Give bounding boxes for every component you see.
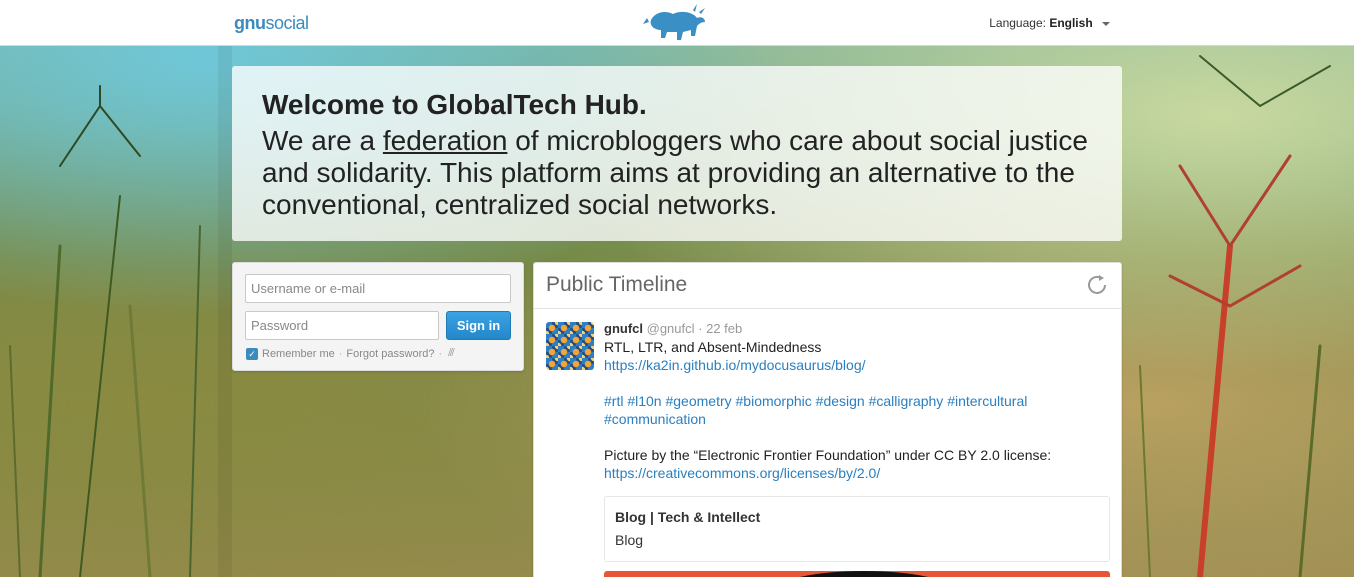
gnusocial-logo[interactable]: gnusocial — [234, 13, 309, 34]
top-bar: gnusocial Language: English — [0, 0, 1354, 46]
left-shade — [218, 46, 232, 577]
separator: · — [438, 347, 443, 360]
separator: · — [698, 321, 703, 336]
notice-header: gnufcl @gnufcl · 22 feb — [604, 320, 1110, 338]
language-label: Language: — [989, 16, 1046, 30]
password-input[interactable] — [245, 311, 439, 340]
welcome-panel: Welcome to GlobalTech Hub. We are a fede… — [232, 66, 1122, 241]
login-form: Sign in ✓ Remember me · Forgot password?… — [232, 262, 524, 371]
welcome-text: We are a federation of microbloggers who… — [262, 125, 1092, 221]
welcome-title: Welcome to GlobalTech Hub. — [262, 89, 647, 120]
hashtags-link[interactable]: #rtl #l10n #geometry #biomorphic #design… — [604, 393, 1027, 409]
logo-social: social — [265, 13, 310, 33]
notice-author[interactable]: gnufcl — [604, 321, 643, 336]
preview-description: Blog — [615, 532, 644, 548]
welcome-text-before: We are a — [262, 125, 383, 156]
attachment-image[interactable] — [604, 571, 1110, 577]
remember-me-label[interactable]: Remember me — [262, 348, 335, 360]
username-input[interactable] — [245, 274, 511, 303]
notice-text: RTL, LTR, and Absent-Mindedness https://… — [604, 338, 1110, 482]
link-preview-card[interactable]: Blog | Tech & Intellect Blog — [604, 496, 1110, 562]
license-url-link[interactable]: https://creativecommons.org/licenses/by/… — [604, 465, 880, 481]
notice-date[interactable]: 22 feb — [706, 321, 742, 336]
notice-heading: RTL, LTR, and Absent-Mindedness — [604, 339, 822, 355]
language-selector[interactable]: Language: English — [989, 16, 1110, 30]
separator: · — [338, 347, 343, 360]
federation-link[interactable]: federation — [383, 125, 508, 156]
sign-in-button[interactable]: Sign in — [446, 311, 511, 340]
notice-body: gnufcl @gnufcl · 22 feb RTL, LTR, and Ab… — [604, 320, 1110, 577]
gnu-mascot-icon[interactable] — [643, 2, 707, 42]
avatar[interactable] — [546, 322, 594, 370]
caret-down-icon — [1102, 21, 1110, 26]
openid-icon[interactable]: ⫻ — [448, 347, 455, 360]
timeline-header: Public Timeline — [534, 263, 1121, 309]
remember-row: ✓ Remember me · Forgot password? · ⫻ — [246, 347, 455, 360]
preview-title: Blog | Tech & Intellect — [615, 509, 761, 525]
remember-me-checkbox[interactable]: ✓ — [246, 347, 258, 360]
forgot-password-link[interactable]: Forgot password? — [346, 348, 434, 360]
reload-icon[interactable] — [1085, 273, 1109, 297]
language-value: English — [1049, 16, 1093, 30]
public-timeline: Public Timeline gnufcl @gnufcl · 22 feb … — [533, 262, 1122, 577]
picture-credit: Picture by the “Electronic Frontier Foun… — [604, 447, 1052, 463]
hashtag-communication-link[interactable]: #communication — [604, 411, 706, 427]
notice-handle[interactable]: @gnufcl — [647, 321, 695, 336]
timeline-title: Public Timeline — [546, 273, 688, 296]
blog-url-link[interactable]: https://ka2in.github.io/mydocusaurus/blo… — [604, 357, 866, 373]
logo-gnu: gnu — [234, 13, 266, 33]
